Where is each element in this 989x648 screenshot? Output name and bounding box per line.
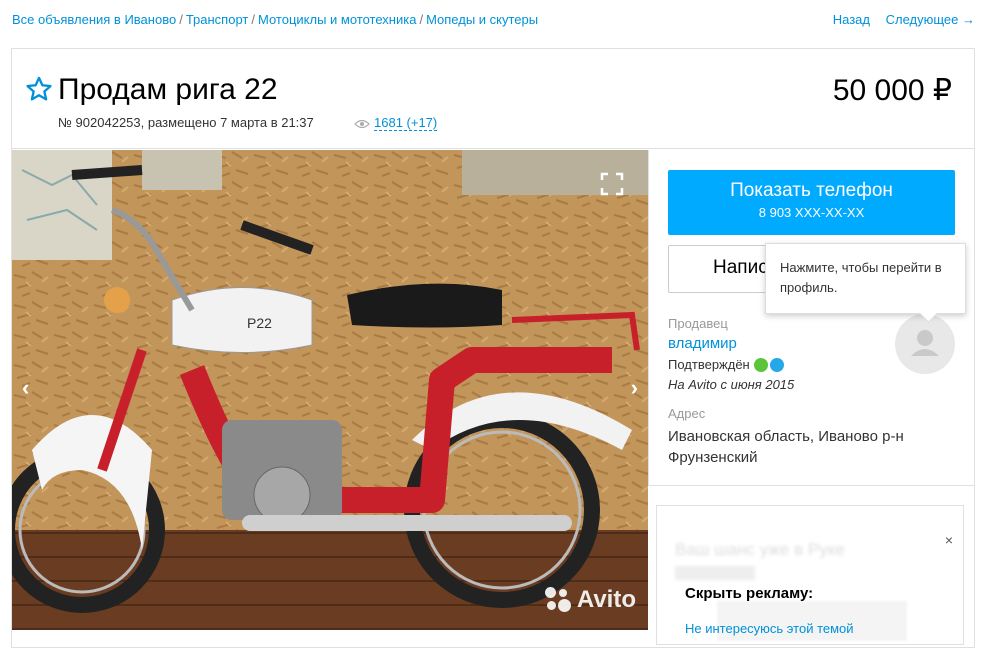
breadcrumb-mopeds[interactable]: Мопеды и скутеры — [426, 12, 538, 27]
breadcrumb-separator: / — [251, 12, 255, 27]
profile-tooltip: Нажмите, чтобы перейти в профиль. — [765, 243, 966, 314]
breadcrumb-separator: / — [179, 12, 183, 27]
contact-sidebar: Показать телефон 8 903 XXX-XX-XX Написат… — [648, 150, 974, 486]
listing-header: Продам рига 22 50 000 ₽ № 902042253, раз… — [12, 49, 974, 149]
top-navigation: Все объявления в Иваново / Транспорт / Мотоц… — [0, 0, 989, 40]
masked-phone: 8 903 XXX-XX-XX — [758, 205, 865, 220]
breadcrumb-transport[interactable]: Транспорт — [186, 12, 249, 27]
listing-meta: № 902042253, размещено 7 марта в 21:37 — [58, 115, 314, 130]
watermark-text: Avito — [576, 586, 636, 613]
next-link[interactable]: Следующее → — [886, 12, 975, 27]
seller-name[interactable]: владимир — [668, 335, 737, 352]
ad-block: Ваш шанс уже в Руке × Скрыть рекламу: Не… — [656, 505, 964, 645]
star-icon[interactable] — [25, 75, 53, 103]
hide-ad-heading: Скрыть рекламу: — [685, 585, 814, 602]
back-link[interactable]: Назад — [833, 12, 870, 27]
listing-title: Продам рига 22 — [58, 73, 278, 106]
show-phone-button[interactable]: Показать телефон 8 903 XXX-XX-XX — [668, 170, 955, 235]
avito-logo-icon — [544, 587, 571, 613]
breadcrumb-all-ivanovo[interactable]: Все объявления в Иваново — [12, 12, 176, 27]
avatar[interactable] — [895, 314, 955, 374]
address-line-2: Фрунзенский — [668, 449, 758, 466]
hide-ad-reason-link[interactable]: Не интересуюсь этой темой — [685, 621, 854, 636]
eye-icon — [354, 119, 370, 128]
avito-watermark: Avito — [544, 586, 636, 614]
chevron-right-icon[interactable]: › — [631, 375, 638, 401]
moped-photo: Р22 — [12, 150, 648, 630]
breadcrumb: Все объявления в Иваново / Транспорт / Мотоц… — [12, 12, 538, 27]
fullscreen-icon[interactable] — [600, 172, 624, 196]
svg-text:Р22: Р22 — [247, 315, 272, 331]
views-count[interactable]: 1681 (+17) — [374, 115, 438, 131]
ad-blurred-line — [675, 566, 755, 580]
email-verified-icon — [769, 357, 784, 372]
address-label: Адрес — [668, 406, 706, 421]
seller-since: На Avito с июня 2015 — [668, 377, 795, 392]
verified-status: Подтверждён — [668, 357, 784, 372]
verified-label: Подтверждён — [668, 357, 750, 372]
photo-gallery[interactable]: Р22 ‹ › Avito — [12, 150, 648, 630]
address-text: Ивановская область, Иваново р-н Фрунзенс… — [668, 426, 904, 468]
breadcrumb-separator: / — [419, 12, 424, 27]
ad-blurred-title: Ваш шанс уже в Руке — [675, 540, 845, 559]
close-icon[interactable]: × — [945, 532, 953, 548]
listing-pager: Назад Следующее → — [821, 12, 975, 27]
address-line-1: Ивановская область, Иваново р-н — [668, 428, 904, 445]
views-counter: 1681 (+17) — [354, 115, 438, 131]
breadcrumb-motorcycles[interactable]: Мотоциклы и мототехника — [258, 12, 416, 27]
show-phone-label: Показать телефон — [730, 180, 893, 201]
chevron-left-icon[interactable]: ‹ — [22, 375, 29, 401]
listing-price: 50 000 ₽ — [832, 74, 952, 107]
phone-verified-icon — [753, 357, 768, 372]
user-icon — [911, 330, 939, 356]
seller-label: Продавец — [668, 316, 728, 331]
